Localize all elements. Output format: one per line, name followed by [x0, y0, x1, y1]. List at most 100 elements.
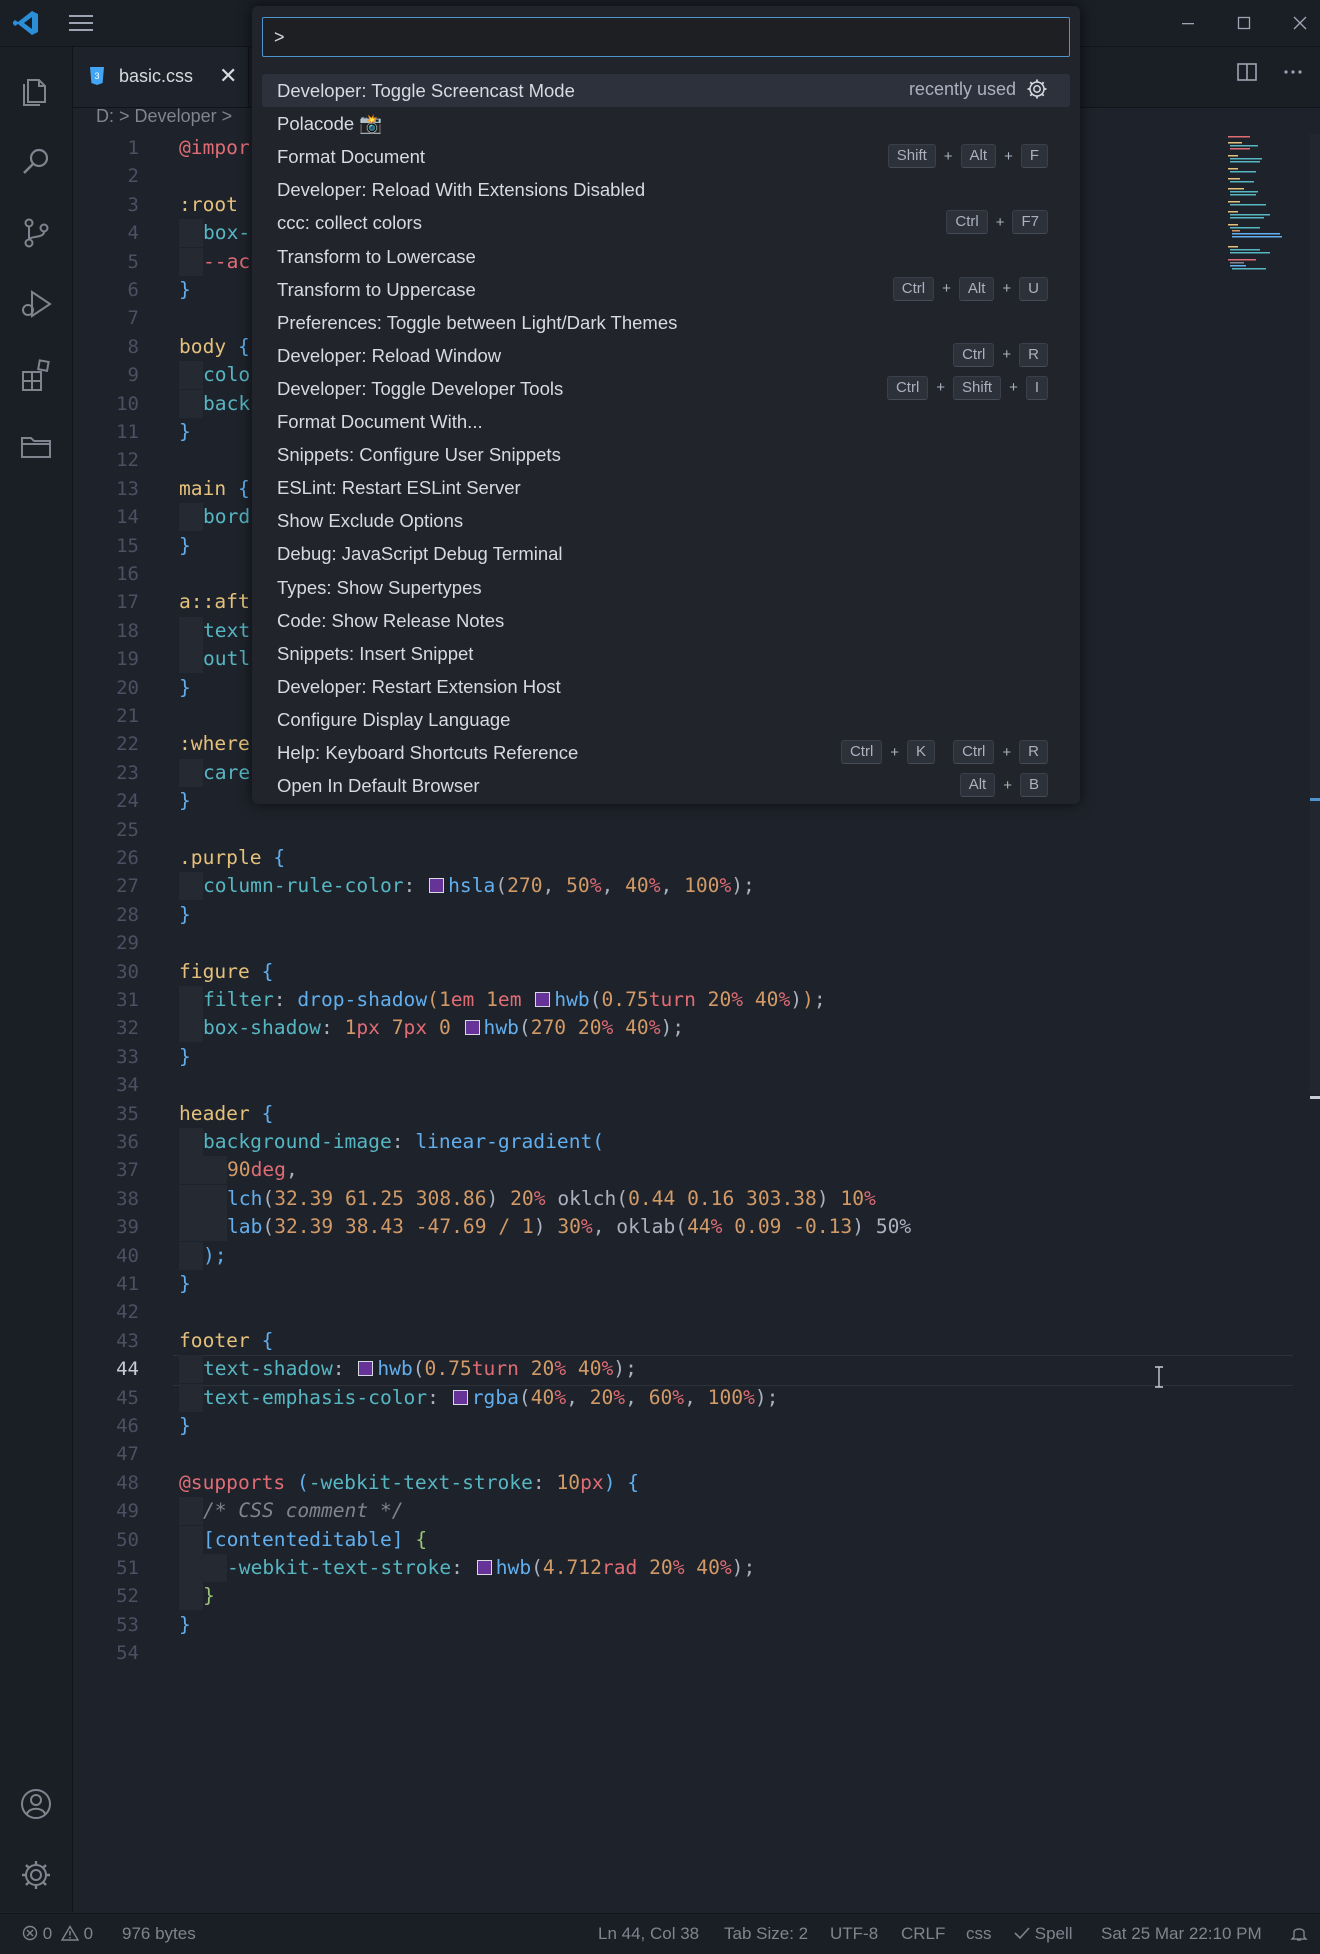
vscode-logo-icon[interactable]	[12, 9, 40, 37]
color-swatch[interactable]	[429, 878, 445, 894]
command-item[interactable]: Snippets: Configure User Snippets	[262, 438, 1070, 471]
code-line[interactable]: filter: drop-shadow(1em 1em hwb(0.75turn…	[179, 986, 826, 1014]
vertical-scrollbar[interactable]	[1306, 134, 1320, 1134]
code-line[interactable]: care	[179, 758, 250, 787]
problems-indicator[interactable]: 0 0	[22, 1924, 93, 1944]
command-item[interactable]: ESLint: Restart ESLint Server	[262, 471, 1070, 504]
command-item[interactable]: Format Document Shift + Alt + F	[262, 140, 1070, 173]
command-item[interactable]: Snippets: Insert Snippet	[262, 637, 1070, 670]
command-item[interactable]: Code: Show Release Notes	[262, 604, 1070, 637]
menu-icon[interactable]	[68, 13, 94, 33]
code-line[interactable]: background-image: linear-gradient(	[179, 1128, 604, 1156]
command-item[interactable]: Developer: Reload With Extensions Disabl…	[262, 173, 1070, 206]
command-item[interactable]: Transform to Lowercase	[262, 240, 1070, 273]
source-control-button[interactable]	[0, 201, 72, 265]
code-line[interactable]: );	[179, 1241, 227, 1270]
search-button[interactable]	[0, 130, 72, 194]
code-line[interactable]: lch(32.39 61.25 308.86) 20% oklch(0.44 0…	[179, 1184, 876, 1213]
command-item[interactable]: Polacode 📸	[262, 107, 1070, 140]
code-line[interactable]: }	[179, 1412, 191, 1440]
minimap[interactable]	[1226, 134, 1290, 304]
code-line[interactable]: }	[179, 1582, 215, 1611]
command-item[interactable]: Developer: Toggle Developer Tools Ctrl + Sh…	[262, 372, 1070, 405]
breadcrumb-folder[interactable]: Developer	[135, 106, 217, 126]
code-line[interactable]: .purple {	[179, 844, 285, 872]
command-item[interactable]: Developer: Toggle Screencast Mode recentl…	[262, 74, 1070, 107]
code-line[interactable]: @supports (-webkit-text-stroke: 10px) {	[179, 1469, 639, 1497]
command-item[interactable]: Debug: JavaScript Debug Terminal	[262, 537, 1070, 570]
code-line[interactable]: }	[179, 901, 191, 929]
code-line[interactable]: 90deg,	[179, 1156, 298, 1185]
code-line[interactable]: box-shadow: 1px 7px 0 hwb(270 20% 40%);	[179, 1014, 684, 1043]
code-line[interactable]: footer {	[179, 1327, 273, 1355]
code-line[interactable]: :where	[179, 730, 250, 758]
code-line[interactable]: box-	[179, 219, 250, 248]
split-editor-icon[interactable]	[1236, 61, 1258, 83]
cursor-position[interactable]: Ln 44, Col 38	[598, 1924, 699, 1944]
code-line[interactable]: text-emphasis-color: rgba(40%, 20%, 60%,…	[179, 1383, 778, 1412]
code-line[interactable]: figure {	[179, 958, 273, 986]
code-line[interactable]: /* CSS comment */	[179, 1497, 404, 1526]
line-ending[interactable]: CRLF	[901, 1924, 945, 1944]
code-line[interactable]: }	[179, 674, 191, 702]
code-line[interactable]: }	[179, 787, 191, 815]
color-swatch[interactable]	[358, 1361, 374, 1377]
command-item[interactable]: Transform to Uppercase Ctrl + Alt + U	[262, 273, 1070, 306]
command-palette-input[interactable]	[262, 17, 1070, 57]
language-mode[interactable]: css	[966, 1924, 992, 1944]
accounts-button[interactable]	[0, 1772, 72, 1836]
command-item[interactable]: Developer: Restart Extension Host	[262, 670, 1070, 703]
tab-size[interactable]: Tab Size: 2	[724, 1924, 808, 1944]
more-actions-icon[interactable]	[1282, 61, 1304, 83]
code-line[interactable]: back	[179, 389, 250, 418]
color-swatch[interactable]	[452, 1389, 468, 1405]
code-line[interactable]: }	[179, 418, 191, 446]
code-line[interactable]: -webkit-text-stroke: hwb(4.712rad 20% 40…	[179, 1554, 755, 1582]
color-swatch[interactable]	[535, 992, 551, 1007]
code-line[interactable]: a::aft	[179, 588, 250, 616]
project-manager-button[interactable]	[0, 414, 72, 478]
close-window-button[interactable]	[1280, 8, 1320, 38]
code-line[interactable]: --ac	[179, 247, 250, 276]
command-item[interactable]: Preferences: Toggle between Light/Dark T…	[262, 306, 1070, 339]
spell-check[interactable]: Spell	[1014, 1924, 1073, 1944]
code-line[interactable]: body {	[179, 333, 250, 361]
code-line[interactable]: [contenteditable] {	[179, 1525, 427, 1554]
tab-close-button[interactable]: ✕	[219, 63, 237, 89]
code-line[interactable]: colo	[179, 361, 250, 390]
command-item[interactable]: Show Exclude Options	[262, 504, 1070, 537]
code-line[interactable]: text	[179, 616, 250, 645]
command-item[interactable]: Help: Keyboard Shortcuts Reference Ctrl + K…	[262, 736, 1070, 769]
code-line[interactable]: main {	[179, 475, 250, 503]
code-line[interactable]: column-rule-color: hsla(270, 50%, 40%, 1…	[179, 872, 755, 901]
command-item[interactable]: Open In Default Browser Alt + B	[262, 769, 1070, 802]
tab-basic-css[interactable]: 3 basic.css ✕	[73, 47, 249, 107]
code-line[interactable]: bord	[179, 503, 250, 532]
code-line[interactable]: lab(32.39 38.43 -47.69 / 1) 30%, oklab(4…	[179, 1213, 911, 1242]
code-line[interactable]: }	[179, 532, 191, 560]
code-line[interactable]: }	[179, 1611, 191, 1639]
run-debug-button[interactable]	[0, 272, 72, 336]
command-item[interactable]: Configure Display Language	[262, 703, 1070, 736]
code-line[interactable]: header {	[179, 1100, 273, 1128]
notifications-button[interactable]	[1290, 1924, 1308, 1947]
breadcrumb-drive[interactable]: D:	[96, 106, 114, 126]
gear-icon[interactable]	[1026, 78, 1048, 100]
code-line[interactable]: }	[179, 1043, 191, 1071]
minimize-button[interactable]	[1168, 8, 1208, 38]
command-item[interactable]: Developer: Reload Window Ctrl + R	[262, 339, 1070, 372]
maximize-button[interactable]	[1224, 8, 1264, 38]
code-line[interactable]: @impor	[179, 134, 250, 162]
manage-button[interactable]	[0, 1843, 72, 1907]
code-line[interactable]: }	[179, 1270, 191, 1298]
extensions-button[interactable]	[0, 343, 72, 407]
code-line[interactable]: :root	[179, 191, 250, 219]
command-item[interactable]: ccc: collect colors Ctrl + F7	[262, 206, 1070, 239]
explorer-button[interactable]	[0, 59, 72, 123]
code-line[interactable]: }	[179, 276, 191, 304]
command-item[interactable]: Format Document With...	[262, 405, 1070, 438]
encoding[interactable]: UTF-8	[830, 1924, 878, 1944]
color-swatch[interactable]	[476, 1560, 492, 1575]
color-swatch[interactable]	[464, 1020, 480, 1036]
code-line[interactable]: text-shadow: hwb(0.75turn 20% 40%);	[179, 1355, 637, 1384]
